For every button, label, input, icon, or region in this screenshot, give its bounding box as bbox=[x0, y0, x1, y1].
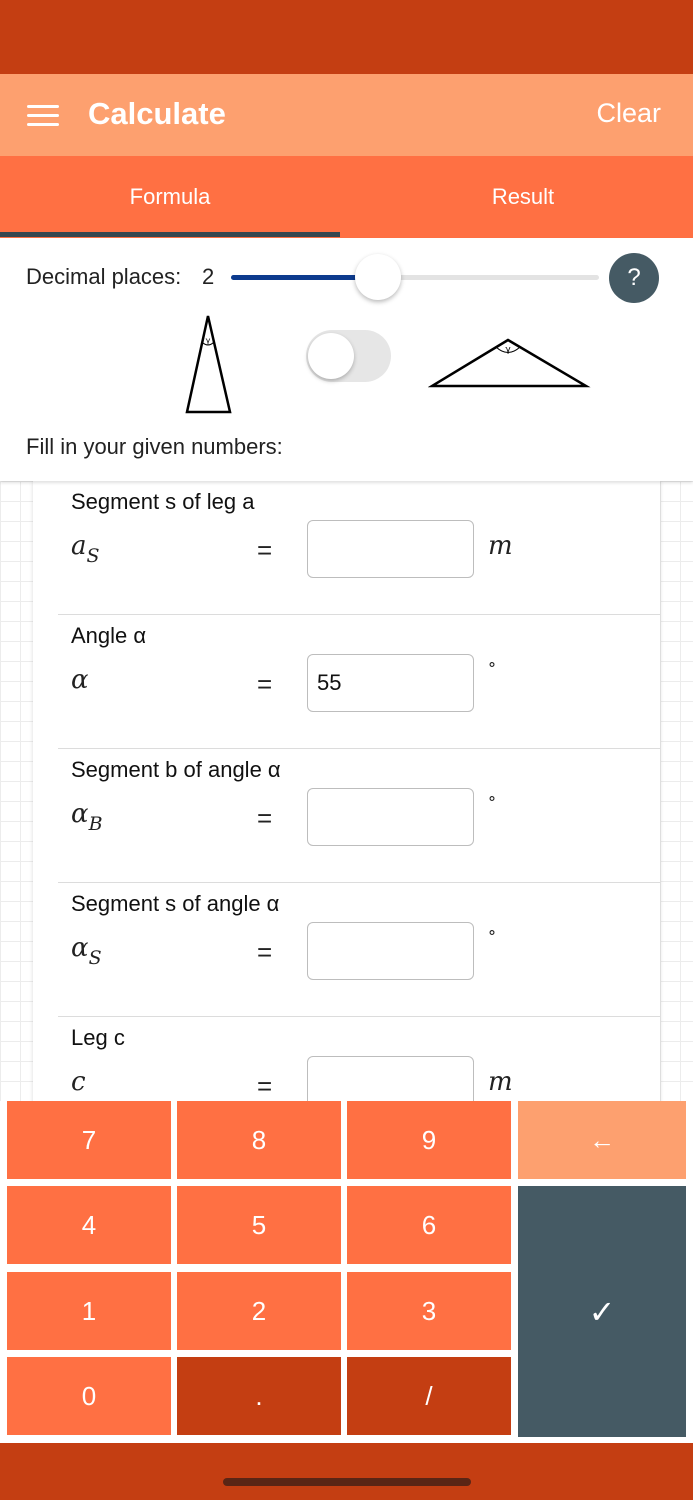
backspace-icon: ← bbox=[589, 1124, 615, 1155]
key-6[interactable]: 6 bbox=[347, 1186, 511, 1264]
help-button[interactable]: ? bbox=[609, 253, 659, 303]
field-segment-b-angle-alpha: Segment b of angle α αB = ° bbox=[33, 749, 660, 883]
field-label: Segment b of angle α bbox=[71, 757, 281, 782]
symbol-main: c bbox=[71, 1067, 86, 1097]
key-0[interactable]: 0 bbox=[7, 1357, 171, 1435]
decimal-places-label: Decimal places: bbox=[26, 264, 182, 289]
unit-label: ° bbox=[488, 793, 496, 812]
key-4[interactable]: 4 bbox=[7, 1186, 171, 1264]
key-fraction-slash[interactable]: / bbox=[347, 1357, 511, 1435]
segment-s-angle-alpha-input[interactable] bbox=[307, 922, 474, 980]
settings-panel: Decimal places: 2 ? γ γ Fill in your giv… bbox=[0, 238, 693, 481]
tab-indicator bbox=[0, 232, 340, 237]
field-segment-s-leg-a: Segment s of leg a aS = m bbox=[33, 481, 660, 615]
angle-alpha-input[interactable]: 55 bbox=[307, 654, 474, 712]
tab-formula[interactable]: Formula bbox=[0, 156, 340, 238]
key-3[interactable]: 3 bbox=[347, 1272, 511, 1350]
symbol-main: α bbox=[71, 933, 89, 963]
unit-label: m bbox=[488, 531, 513, 561]
key-9[interactable]: 9 bbox=[347, 1101, 511, 1179]
key-decimal-point[interactable]: . bbox=[177, 1357, 341, 1435]
field-symbol: aS bbox=[71, 531, 100, 567]
key-2[interactable]: 2 bbox=[177, 1272, 341, 1350]
field-symbol: αS bbox=[71, 933, 102, 969]
decimal-places-value: 2 bbox=[202, 264, 215, 289]
navigation-bar bbox=[0, 1443, 693, 1500]
tab-result[interactable]: Result bbox=[353, 156, 693, 238]
unit-label: ° bbox=[488, 659, 496, 678]
symbol-main: α bbox=[71, 799, 89, 829]
fill-in-label: Fill in your given numbers: bbox=[26, 434, 283, 459]
key-5[interactable]: 5 bbox=[177, 1186, 341, 1264]
page-title: Calculate bbox=[88, 96, 226, 131]
segment-b-angle-alpha-input[interactable] bbox=[307, 788, 474, 846]
slider-thumb[interactable] bbox=[355, 254, 402, 300]
unit-label: m bbox=[488, 1067, 513, 1097]
field-label: Segment s of leg a bbox=[71, 489, 255, 514]
symbol-subscript: B bbox=[88, 813, 103, 835]
field-symbol: c bbox=[71, 1067, 86, 1101]
unit-label: ° bbox=[488, 927, 496, 946]
status-bar bbox=[0, 0, 693, 74]
symbol-main: α bbox=[71, 665, 89, 695]
field-label: Leg c bbox=[71, 1025, 125, 1050]
checkmark-icon: ✓ bbox=[588, 1293, 616, 1330]
numeric-keypad: 7 8 9 ← 4 5 6 ✓ 1 2 3 0 . / bbox=[0, 1101, 693, 1443]
field-symbol: α bbox=[71, 665, 89, 701]
input-card: Segment s of leg a aS = m Angle α α = 55… bbox=[33, 481, 660, 1101]
equals-sign: = bbox=[257, 803, 273, 833]
equals-sign: = bbox=[257, 937, 273, 967]
obtuse-triangle-icon[interactable]: γ bbox=[428, 336, 592, 388]
field-segment-s-angle-alpha: Segment s of angle α αS = ° bbox=[33, 883, 660, 1017]
tab-bar: Formula Result bbox=[0, 156, 693, 238]
field-label: Angle α bbox=[71, 623, 147, 648]
key-1[interactable]: 1 bbox=[7, 1272, 171, 1350]
field-symbol: αB bbox=[71, 799, 103, 835]
symbol-subscript: S bbox=[88, 947, 102, 969]
acute-triangle-icon[interactable]: γ bbox=[183, 312, 235, 416]
input-area[interactable]: Segment s of leg a aS = m Angle α α = 55… bbox=[0, 481, 693, 1101]
confirm-key[interactable]: ✓ bbox=[518, 1186, 686, 1437]
equals-sign: = bbox=[257, 535, 273, 565]
field-leg-c: Leg c c = m bbox=[33, 1017, 660, 1101]
menu-icon[interactable] bbox=[27, 105, 59, 127]
decimal-places-slider[interactable] bbox=[231, 275, 599, 280]
symbol-main: a bbox=[71, 531, 87, 561]
key-7[interactable]: 7 bbox=[7, 1101, 171, 1179]
key-8[interactable]: 8 bbox=[177, 1101, 341, 1179]
home-indicator[interactable] bbox=[223, 1478, 471, 1486]
equals-sign: = bbox=[257, 669, 273, 699]
toggle-knob bbox=[308, 333, 354, 379]
svg-text:γ: γ bbox=[505, 345, 511, 355]
field-label: Segment s of angle α bbox=[71, 891, 280, 916]
leg-c-input[interactable] bbox=[307, 1056, 474, 1101]
app-bar: Calculate Clear bbox=[0, 74, 693, 156]
triangle-type-toggle[interactable] bbox=[306, 330, 391, 382]
backspace-key[interactable]: ← bbox=[518, 1101, 686, 1179]
segment-s-leg-a-input[interactable] bbox=[307, 520, 474, 578]
equals-sign: = bbox=[257, 1071, 273, 1101]
clear-button[interactable]: Clear bbox=[596, 98, 661, 129]
svg-text:γ: γ bbox=[206, 336, 211, 345]
symbol-subscript: S bbox=[86, 545, 100, 567]
field-angle-alpha: Angle α α = 55 ° bbox=[33, 615, 660, 749]
